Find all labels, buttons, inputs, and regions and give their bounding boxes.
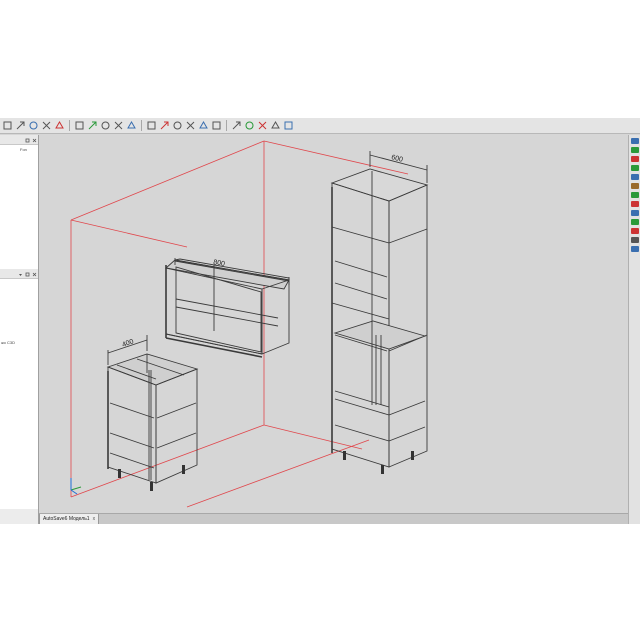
grid-icon[interactable]	[100, 120, 111, 131]
pan-icon[interactable]	[15, 120, 26, 131]
panel-icon[interactable]	[631, 138, 639, 144]
select-icon[interactable]	[74, 120, 85, 131]
menu-icon[interactable]	[18, 272, 22, 276]
color-icon[interactable]	[631, 219, 639, 225]
tall-cabinet[interactable]	[330, 151, 429, 468]
panel-label-top: Fon	[20, 147, 27, 152]
scene-drawing: 800 400 600	[70, 140, 429, 508]
close-icon[interactable]	[32, 272, 37, 276]
tall-cabinet-dimension: 600	[391, 154, 404, 164]
hinge-icon[interactable]	[631, 192, 639, 198]
toolbar-separator	[69, 120, 70, 131]
zoom-box-icon[interactable]	[54, 120, 65, 131]
camera-icon[interactable]	[631, 237, 639, 243]
panel-header-top	[0, 135, 38, 145]
zoom-icon[interactable]	[41, 120, 52, 131]
shelf-icon[interactable]	[631, 147, 639, 153]
toolbar-separator	[226, 120, 227, 131]
leg-icon[interactable]	[631, 183, 639, 189]
render-icon[interactable]	[257, 120, 268, 131]
measure-icon[interactable]	[172, 120, 183, 131]
snap-icon[interactable]	[113, 120, 124, 131]
pin-icon[interactable]	[25, 138, 30, 142]
copy-icon[interactable]	[126, 120, 137, 131]
cursor-icon[interactable]	[2, 120, 13, 131]
settings-icon[interactable]	[270, 120, 281, 131]
group-icon[interactable]	[231, 120, 242, 131]
light-icon[interactable]	[631, 228, 639, 234]
export-icon[interactable]	[631, 246, 639, 252]
drawer-icon[interactable]	[631, 165, 639, 171]
delete-icon[interactable]	[159, 120, 170, 131]
room-outline	[70, 140, 409, 508]
material-icon[interactable]	[631, 201, 639, 207]
right-tool-palette	[628, 135, 640, 524]
3d-viewport[interactable]: 800 400 600	[39, 135, 628, 513]
pin-icon[interactable]	[25, 272, 30, 276]
left-dock-panel: Fon жо С3D	[0, 135, 39, 524]
cad-application-window: Fon жо С3D 800 400 600 AutoSave6 Модель1…	[0, 118, 640, 524]
main-toolbar	[0, 118, 640, 134]
rotate-icon[interactable]	[28, 120, 39, 131]
base-cabinet[interactable]	[106, 335, 199, 484]
axis-gizmo	[70, 478, 82, 495]
array-icon[interactable]	[211, 120, 222, 131]
properties-panel[interactable]: жо С3D	[0, 279, 38, 509]
document-tab-title: AutoSave6 Модель1	[43, 516, 90, 522]
panel-label-bottom: жо С3D	[1, 340, 16, 345]
move-icon[interactable]	[146, 120, 157, 131]
close-icon[interactable]	[32, 138, 37, 142]
document-tab-strip: AutoSave6 Модель1 x	[39, 513, 628, 524]
panel-header-bottom	[0, 269, 38, 279]
mirror-icon[interactable]	[198, 120, 209, 131]
ungroup-icon[interactable]	[244, 120, 255, 131]
tall-cabinet-legs	[343, 451, 414, 474]
door-icon[interactable]	[631, 156, 639, 162]
close-tab-icon[interactable]: x	[93, 514, 96, 524]
layer-icon[interactable]	[87, 120, 98, 131]
help-icon[interactable]	[283, 120, 294, 131]
wall-cabinet[interactable]	[165, 258, 290, 358]
texture-icon[interactable]	[631, 210, 639, 216]
document-tab[interactable]: AutoSave6 Модель1 x	[39, 514, 100, 524]
base-cabinet-dimension: 400	[121, 338, 134, 349]
align-icon[interactable]	[185, 120, 196, 131]
base-cabinet-legs	[118, 465, 185, 491]
object-tree-panel[interactable]: Fon	[0, 145, 38, 269]
handle-icon[interactable]	[631, 174, 639, 180]
toolbar-separator	[141, 120, 142, 131]
